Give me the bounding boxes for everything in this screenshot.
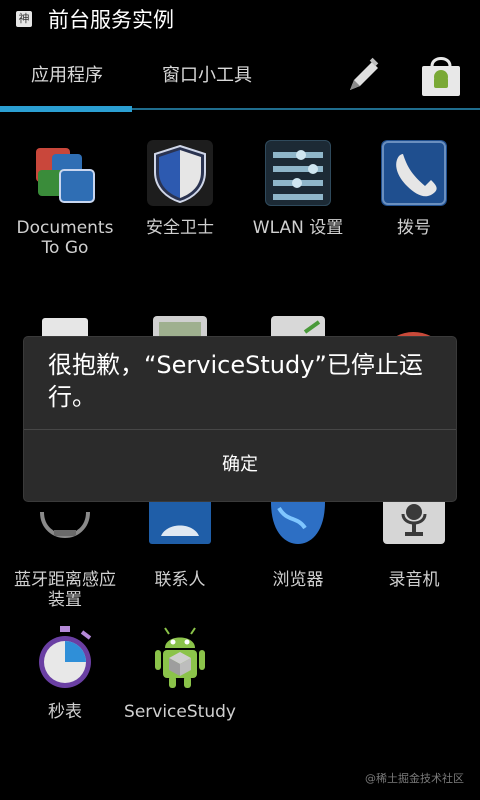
app-label-servicestudy: ServiceStudy	[124, 702, 236, 722]
dialog-message: 很抱歉，“ServiceStudy”已停止运行。	[48, 351, 423, 411]
app-label-dialer: 拨号	[397, 218, 431, 238]
contacts-icon	[149, 492, 211, 544]
app-label-security: 安全卫士	[146, 218, 214, 238]
tab-widgets[interactable]: 窗口小工具	[162, 44, 252, 108]
stopwatch-icon	[39, 626, 92, 688]
bluetooth-signal-icon	[40, 511, 90, 539]
error-dialog: 很抱歉，“ServiceStudy”已停止运行。 确定	[24, 337, 456, 501]
tab-apps[interactable]: 应用程序	[31, 44, 103, 108]
shield-icon	[147, 140, 213, 206]
app-label-stopwatch: 秒表	[48, 702, 82, 722]
app-label-wlan-settings: WLAN 设置	[252, 218, 344, 238]
app-label-browser: 浏览器	[272, 570, 324, 590]
app-label-contacts: 联系人	[154, 570, 206, 590]
phone-icon	[381, 140, 447, 206]
app-label-bluetooth-proximity: 蓝牙距离感应 装置	[14, 570, 116, 610]
status-title: 前台服务实例	[48, 8, 174, 32]
app-stopwatch[interactable]: 秒表	[5, 614, 125, 722]
app-servicestudy[interactable]: ServiceStudy	[120, 614, 240, 722]
market-bag-icon[interactable]	[418, 52, 464, 98]
documents-to-go-icon	[36, 148, 95, 203]
globe-icon	[271, 502, 325, 544]
settings-sliders-icon	[264, 139, 332, 207]
android-icon	[155, 627, 205, 688]
microphone-icon	[383, 492, 445, 544]
app-wlan-settings[interactable]: WLAN 设置	[238, 130, 358, 238]
app-security[interactable]: 安全卫士	[120, 130, 240, 238]
dialog-ok-button[interactable]: 确定	[24, 430, 456, 500]
app-bluetooth-proximity[interactable]: 蓝牙距离感应 装置	[5, 482, 125, 610]
app-dialer[interactable]: 拨号	[354, 130, 474, 238]
app-documents-to-go[interactable]: Documents To Go	[5, 130, 125, 258]
app-label-documents-to-go: Documents To Go	[16, 218, 114, 258]
app-label-recorder: 录音机	[388, 570, 440, 590]
pencil-icon[interactable]	[344, 56, 384, 96]
tab-active-indicator	[0, 106, 132, 112]
app-badge-icon: 神	[16, 11, 32, 27]
launcher-tabs: 应用程序 窗口小工具	[0, 44, 480, 116]
status-bar: 神 前台服务实例	[0, 0, 480, 38]
watermark: @稀土掘金技术社区	[365, 772, 464, 785]
